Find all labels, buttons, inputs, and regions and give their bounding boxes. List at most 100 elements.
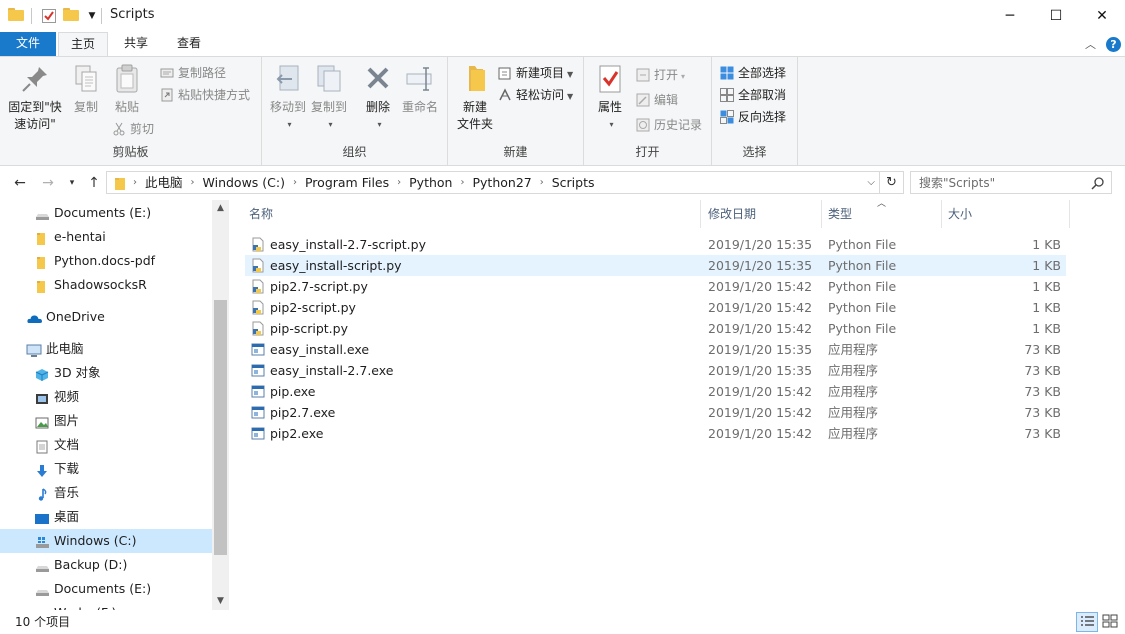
history-button[interactable]: 历史记录 bbox=[636, 115, 702, 135]
maximize-button[interactable]: ☐ bbox=[1033, 0, 1079, 32]
nav-scrollbar[interactable]: ▲ ▼ bbox=[212, 200, 229, 610]
file-row[interactable]: pip2.7-script.py 2019/1/20 15:42 Python Fi… bbox=[245, 276, 1066, 297]
delete-button[interactable]: 删除 ▾ bbox=[358, 63, 398, 133]
move-to-button[interactable]: 移动到 ▾ bbox=[266, 63, 310, 133]
breadcrumb-separator[interactable]: › bbox=[536, 172, 548, 193]
copy-to-icon bbox=[313, 63, 345, 95]
breadcrumb-python[interactable]: Python bbox=[405, 172, 456, 193]
scroll-up-button[interactable]: ▲ bbox=[212, 200, 229, 217]
scroll-down-button[interactable]: ▼ bbox=[212, 593, 229, 610]
column-header-size[interactable]: 大小 bbox=[942, 200, 1070, 228]
select-all-button[interactable]: 全部选择 bbox=[720, 63, 786, 83]
search-icon[interactable] bbox=[1091, 176, 1105, 190]
copy-button[interactable]: 复制 bbox=[66, 63, 106, 116]
status-bar: 10 个项目 bbox=[0, 610, 1125, 634]
breadcrumb-scripts[interactable]: Scripts bbox=[548, 172, 599, 193]
breadcrumb-windows-c[interactable]: Windows (C:) bbox=[199, 172, 289, 193]
file-type: 应用程序 bbox=[828, 342, 879, 357]
sidebar-item[interactable]: Works (F:) bbox=[0, 601, 212, 610]
sidebar-item[interactable]: 此电脑 bbox=[0, 337, 212, 361]
properties-button[interactable]: 属性 ▾ bbox=[590, 63, 630, 133]
file-row[interactable]: pip2.exe 2019/1/20 15:42 应用程序 73 KB bbox=[245, 423, 1066, 444]
scroll-thumb[interactable] bbox=[214, 300, 227, 555]
sidebar-item[interactable]: 文档 bbox=[0, 433, 212, 457]
file-row[interactable]: easy_install.exe 2019/1/20 15:35 应用程序 73 KB bbox=[245, 339, 1066, 360]
file-size: 1 KB bbox=[1032, 237, 1061, 252]
sidebar-item[interactable]: 下载 bbox=[0, 457, 212, 481]
sidebar-item[interactable]: 音乐 bbox=[0, 481, 212, 505]
sidebar-item[interactable]: ShadowsocksR bbox=[0, 273, 212, 297]
sidebar-item[interactable]: Backup (D:) bbox=[0, 553, 212, 577]
close-button[interactable]: ✕ bbox=[1079, 0, 1125, 32]
properties-quick-access-icon[interactable] bbox=[41, 8, 57, 24]
breadcrumb-separator[interactable]: › bbox=[289, 172, 301, 193]
easy-access-button[interactable]: 轻松访问 ▼ bbox=[498, 85, 573, 105]
open-button[interactable]: 打开 ▾ bbox=[636, 65, 685, 85]
rename-button[interactable]: 重命名 bbox=[398, 63, 442, 116]
sidebar-item[interactable]: 3D 对象 bbox=[0, 361, 212, 385]
back-button[interactable]: ← bbox=[10, 173, 30, 193]
sidebar-item[interactable]: Python.docs-pdf bbox=[0, 249, 212, 273]
file-row[interactable]: pip-script.py 2019/1/20 15:42 Python File 1… bbox=[245, 318, 1066, 339]
search-input[interactable] bbox=[911, 172, 1091, 193]
tab-view[interactable]: 查看 bbox=[166, 32, 212, 56]
breadcrumb-separator[interactable]: › bbox=[393, 172, 405, 193]
sidebar-item[interactable]: e-hentai bbox=[0, 225, 212, 249]
edit-button[interactable]: 编辑 bbox=[636, 90, 678, 110]
details-view-button[interactable] bbox=[1076, 612, 1098, 632]
copy-to-button[interactable]: 复制到 ▾ bbox=[308, 63, 350, 133]
file-row[interactable]: pip.exe 2019/1/20 15:42 应用程序 73 KB bbox=[245, 381, 1066, 402]
cut-button[interactable]: 剪切 bbox=[112, 119, 154, 139]
paste-button[interactable]: 粘贴 bbox=[106, 63, 148, 116]
sidebar-item[interactable]: 视频 bbox=[0, 385, 212, 409]
chevron-down-icon[interactable]: ⌵ bbox=[867, 172, 875, 193]
sidebar-item[interactable]: Documents (E:) bbox=[0, 201, 212, 225]
file-date: 2019/1/20 15:35 bbox=[708, 237, 813, 252]
copy-path-button[interactable]: 复制路径 bbox=[160, 63, 226, 83]
column-header-date[interactable]: 修改日期 bbox=[702, 200, 822, 228]
breadcrumb-separator[interactable]: › bbox=[129, 172, 141, 193]
tab-home[interactable]: 主页 bbox=[58, 32, 108, 57]
breadcrumb-separator[interactable]: › bbox=[456, 172, 468, 193]
breadcrumb-separator[interactable]: › bbox=[187, 172, 199, 193]
tab-share[interactable]: 共享 bbox=[114, 32, 158, 56]
customize-quick-access-icon[interactable]: ▼ bbox=[84, 8, 100, 24]
pin-to-quick-access-button[interactable]: 固定到"快 速访问" bbox=[4, 63, 66, 133]
breadcrumb-program-files[interactable]: Program Files bbox=[301, 172, 393, 193]
minimize-button[interactable]: ─ bbox=[987, 0, 1033, 32]
python-file-icon bbox=[251, 321, 265, 336]
file-name: pip.exe bbox=[270, 384, 316, 399]
file-row[interactable]: easy_install-2.7.exe 2019/1/20 15:35 应用程序 7… bbox=[245, 360, 1066, 381]
new-folder-button[interactable]: 新建 文件夹 bbox=[452, 63, 498, 133]
file-row[interactable]: pip2-script.py 2019/1/20 15:42 Python File… bbox=[245, 297, 1066, 318]
sidebar-item[interactable]: Documents (E:) bbox=[0, 577, 212, 601]
column-header-name[interactable]: 名称 bbox=[243, 200, 701, 228]
organize-group: 移动到 ▾ 复制到 ▾ 删除 ▾ 重命名 组织 bbox=[262, 57, 448, 165]
select-none-button[interactable]: 全部取消 bbox=[720, 85, 786, 105]
refresh-button[interactable]: ↻ bbox=[880, 171, 904, 194]
search-box[interactable] bbox=[910, 171, 1112, 194]
new-folder-quick-access-icon[interactable] bbox=[63, 8, 79, 24]
address-bar[interactable]: › 此电脑 › Windows (C:) › Program Files › P… bbox=[106, 171, 880, 194]
forward-button[interactable]: → bbox=[38, 173, 58, 193]
up-button[interactable]: ↑ bbox=[84, 173, 104, 193]
sidebar-item[interactable]: 图片 bbox=[0, 409, 212, 433]
collapse-ribbon-icon[interactable]: ︿ bbox=[1085, 36, 1096, 52]
paste-shortcut-button[interactable]: 粘贴快捷方式 bbox=[160, 85, 250, 105]
file-row[interactable]: easy_install-2.7-script.py 2019/1/20 15:3… bbox=[245, 234, 1066, 255]
large-icons-view-button[interactable] bbox=[1100, 612, 1122, 632]
breadcrumb-python27[interactable]: Python27 bbox=[468, 172, 535, 193]
recent-locations-button[interactable]: ▾ bbox=[62, 173, 82, 193]
invert-selection-button[interactable]: 反向选择 bbox=[720, 107, 786, 127]
file-row[interactable]: easy_install-script.py 2019/1/20 15:35 Pyt… bbox=[245, 255, 1066, 276]
tab-file[interactable]: 文件 bbox=[0, 32, 56, 56]
breadcrumb-this-pc[interactable]: 此电脑 bbox=[141, 172, 187, 193]
clipboard-group: 固定到"快 速访问" 复制 粘贴 复制路径 粘贴快捷方式 剪切 剪贴板 bbox=[0, 57, 262, 165]
help-icon[interactable]: ? bbox=[1106, 37, 1121, 52]
new-item-button[interactable]: 新建项目 ▼ bbox=[498, 63, 573, 83]
sidebar-item[interactable]: 桌面 bbox=[0, 505, 212, 529]
sidebar-item[interactable]: Windows (C:) bbox=[0, 529, 212, 553]
sidebar-item[interactable]: OneDrive bbox=[0, 305, 212, 329]
edit-icon bbox=[636, 93, 650, 107]
file-row[interactable]: pip2.7.exe 2019/1/20 15:42 应用程序 73 KB bbox=[245, 402, 1066, 423]
